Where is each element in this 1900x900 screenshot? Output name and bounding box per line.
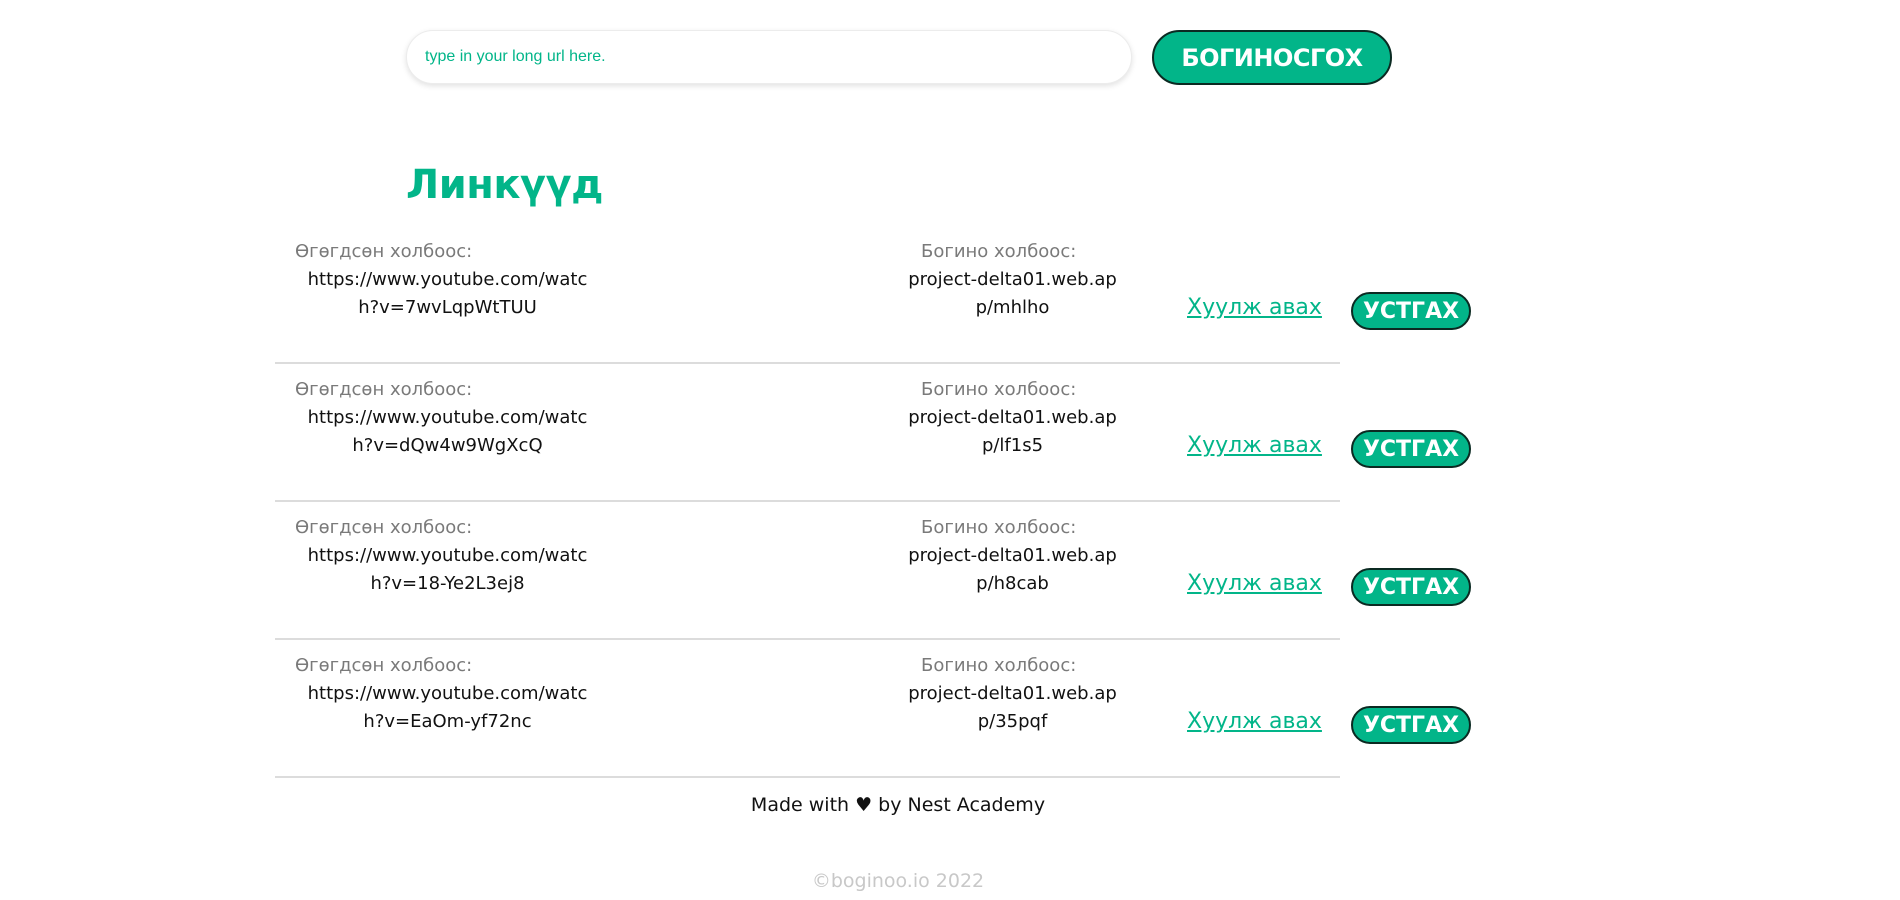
original-url-value: https://www.youtube.com/watch?v=dQw4w9Wg… (307, 407, 588, 456)
link-row: Өгөгдсөн холбоос: https://www.youtube.co… (275, 640, 1471, 778)
short-url-value: project-delta01.web.app/35pqf (908, 683, 1117, 732)
original-url-block: Өгөгдсөн холбоос: https://www.youtube.co… (275, 376, 605, 460)
short-url-label: Богино холбоос: (921, 517, 1077, 538)
original-url-value: https://www.youtube.com/watch?v=18-Ye2L3… (307, 545, 588, 594)
short-url-value: project-delta01.web.app/lf1s5 (908, 407, 1117, 456)
original-url-label: Өгөгдсөн холбоос: (295, 655, 473, 676)
short-url-block: Богино холбоос: project-delta01.web.app/… (905, 238, 1125, 322)
short-url-block: Богино холбоос: project-delta01.web.app/… (905, 514, 1125, 598)
original-url-value: https://www.youtube.com/watch?v=7wvLqpWt… (307, 269, 588, 318)
original-url-block: Өгөгдсөн холбоос: https://www.youtube.co… (275, 652, 605, 736)
copy-link[interactable]: Хуулж авах (1187, 295, 1322, 320)
long-url-input[interactable] (406, 30, 1132, 84)
delete-button[interactable]: УСТГАХ (1351, 292, 1471, 330)
copy-link[interactable]: Хуулж авах (1187, 433, 1322, 458)
copyright-text: ©boginoo.io 2022 (811, 870, 985, 892)
delete-button[interactable]: УСТГАХ (1351, 430, 1471, 468)
shorten-button[interactable]: БОГИНОСГОХ (1152, 30, 1392, 85)
link-row: Өгөгдсөн холбоос: https://www.youtube.co… (275, 226, 1471, 364)
copy-link[interactable]: Хуулж авах (1187, 571, 1322, 596)
delete-button[interactable]: УСТГАХ (1351, 568, 1471, 606)
original-url-block: Өгөгдсөн холбоос: https://www.youtube.co… (275, 514, 605, 598)
short-url-block: Богино холбоос: project-delta01.web.app/… (905, 652, 1125, 736)
links-title: Линкүүд (406, 162, 604, 208)
delete-button[interactable]: УСТГАХ (1351, 706, 1471, 744)
short-url-value: project-delta01.web.app/mhlho (908, 269, 1117, 318)
link-row: Өгөгдсөн холбоос: https://www.youtube.co… (275, 502, 1471, 640)
original-url-block: Өгөгдсөн холбоос: https://www.youtube.co… (275, 238, 605, 322)
copy-link[interactable]: Хуулж авах (1187, 709, 1322, 734)
short-url-label: Богино холбоос: (921, 655, 1077, 676)
link-row: Өгөгдсөн холбоос: https://www.youtube.co… (275, 364, 1471, 502)
original-url-label: Өгөгдсөн холбоос: (295, 379, 473, 400)
short-url-block: Богино холбоос: project-delta01.web.app/… (905, 376, 1125, 460)
page: БОГИНОСГОХ Линкүүд Өгөгдсөн холбоос: htt… (0, 0, 1900, 900)
short-url-label: Богино холбоос: (921, 241, 1077, 262)
short-url-value: project-delta01.web.app/h8cab (908, 545, 1117, 594)
original-url-value: https://www.youtube.com/watch?v=EaOm-yf7… (307, 683, 588, 732)
made-with-credit: Made with ♥ by Nest Academy (750, 794, 1046, 816)
short-url-label: Богино холбоос: (921, 379, 1077, 400)
original-url-label: Өгөгдсөн холбоос: (295, 517, 473, 538)
original-url-label: Өгөгдсөн холбоос: (295, 241, 473, 262)
